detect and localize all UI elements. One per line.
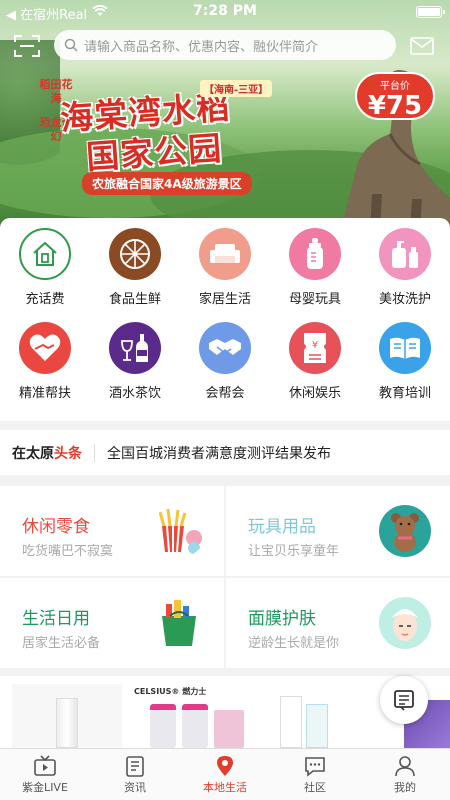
category-grid: 充话费 食品生鲜 家居生活 母婴玩具 美妆洗护 精准帮扶 酒水茶饮 会帮会 ¥ …: [0, 218, 450, 421]
handshake-icon: [199, 322, 251, 374]
serum-bottle-image: [56, 698, 78, 748]
fruit-slice-icon: [109, 228, 161, 280]
tab-label: 资讯: [124, 781, 146, 794]
promo-skincare[interactable]: 面膜护肤 逆龄生长就是你: [226, 578, 450, 668]
news-brand: 在太原头条: [12, 445, 82, 462]
tab-label: 社区: [304, 781, 326, 794]
promo-title: 生活日用: [22, 609, 90, 629]
tab-community[interactable]: 社区: [270, 749, 360, 800]
promo-subtitle: 逆龄生长就是你: [248, 636, 340, 651]
promo-subtitle: 吃货嘴巴不寂寞: [22, 544, 114, 559]
tab-label: 紫金LIVE: [22, 781, 68, 794]
category-food[interactable]: 食品生鲜: [90, 218, 180, 308]
teddy-bear-icon: [379, 505, 431, 557]
tab-label: 我的: [394, 781, 416, 794]
promo-title: 面膜护肤: [248, 609, 316, 629]
search-input[interactable]: 请输入商品名称、优惠内容、融伙伴简介: [54, 30, 396, 60]
category-recharge[interactable]: 充话费: [0, 218, 90, 308]
product-card[interactable]: [12, 684, 122, 748]
promo-title: 玩具用品: [248, 517, 316, 537]
tab-live[interactable]: 紫金LIVE: [0, 749, 90, 800]
product-card[interactable]: [270, 684, 370, 748]
clock: 7:28 PM: [193, 3, 257, 19]
message-envelope-icon[interactable]: [410, 37, 434, 55]
home-phone-icon: [19, 228, 71, 280]
category-home[interactable]: 家居生活: [180, 218, 270, 308]
bottom-tab-bar: 紫金LIVE 资讯 本地生活 社区 我的: [0, 748, 450, 800]
product-brand: CELSIUS® 燃力士: [134, 687, 207, 696]
lotion-box-image: [280, 696, 302, 748]
user-icon: [395, 756, 415, 777]
svg-text:¥: ¥: [312, 340, 318, 351]
floating-list-button[interactable]: [380, 676, 428, 724]
shopping-bag-icon: [162, 600, 196, 646]
baby-bottle-icon: [289, 228, 341, 280]
product-box-image: [214, 710, 244, 748]
category-assistance[interactable]: 精准帮扶: [0, 312, 90, 402]
category-leisure[interactable]: ¥ 休闲娱乐: [270, 312, 360, 402]
cosmetics-icon: [379, 228, 431, 280]
category-label: 教育培训: [378, 386, 431, 401]
promo-toys[interactable]: 玩具用品 让宝贝乐享童年: [226, 486, 450, 576]
category-beauty[interactable]: 美妆洗护: [360, 218, 450, 308]
banner-title-line2: 国家公园: [84, 128, 224, 177]
category-label: 会帮会: [205, 386, 245, 401]
ticket-icon: ¥: [289, 322, 341, 374]
search-icon: [64, 38, 78, 52]
category-baby[interactable]: 母婴玩具: [270, 218, 360, 308]
promo-daily[interactable]: 生活日用 居家生活必备: [0, 578, 224, 668]
snacks-icon: [158, 508, 202, 554]
banner-subtitle: 农旅融合国家4A级旅游景区: [82, 172, 252, 195]
tab-label: 本地生活: [203, 781, 247, 794]
location-pin-icon: [217, 756, 233, 776]
chat-bubble-icon: [305, 757, 325, 777]
sofa-icon: [199, 228, 251, 280]
banner-price-badge: 平台价 ¥75: [355, 72, 435, 120]
product-card[interactable]: CELSIUS® 燃力士: [130, 684, 250, 748]
news-headline: 全国百城消费者满意度测评结果发布: [107, 445, 331, 462]
category-label: 精准帮扶: [18, 386, 71, 401]
news-list-icon: [126, 756, 144, 777]
category-label: 食品生鲜: [108, 292, 161, 307]
tab-news[interactable]: 资讯: [90, 749, 180, 800]
promo-subtitle: 居家生活必备: [22, 636, 101, 651]
search-placeholder: 请输入商品名称、优惠内容、融伙伴简介: [84, 39, 319, 55]
battery-icon: [416, 6, 445, 18]
heart-hands-icon: [19, 322, 71, 374]
list-icon: [394, 690, 414, 711]
category-association[interactable]: 会帮会: [180, 312, 270, 402]
promo-title: 休闲零食: [22, 517, 90, 537]
divider: [94, 443, 95, 462]
category-label: 母婴玩具: [288, 292, 341, 307]
promo-subtitle: 让宝贝乐享童年: [248, 544, 340, 559]
category-drinks[interactable]: 酒水茶饮: [90, 312, 180, 402]
status-bar: ◀ 在宿州Real 7:28 PM: [0, 0, 450, 24]
category-label: 酒水茶饮: [108, 386, 161, 401]
face-mask-icon: [379, 597, 431, 649]
news-ticker[interactable]: 在太原头条 全国百城消费者满意度测评结果发布: [0, 430, 450, 475]
category-label: 充话费: [25, 292, 65, 307]
open-book-icon: [379, 322, 431, 374]
category-education[interactable]: 教育培训: [360, 312, 450, 402]
drink-can-image: [150, 704, 176, 748]
scan-icon[interactable]: [14, 34, 40, 58]
tab-local-life[interactable]: 本地生活: [180, 749, 270, 800]
banner-location-tag: 【海南-三亚】: [200, 80, 273, 97]
category-label: 休闲娱乐: [288, 386, 341, 401]
lotion-bottle-image: [306, 704, 328, 748]
drink-can-image: [182, 704, 208, 748]
tab-profile[interactable]: 我的: [360, 749, 450, 800]
promo-snacks[interactable]: 休闲零食 吃货嘴巴不寂寞: [0, 486, 224, 576]
category-label: 家居生活: [198, 292, 251, 307]
wine-bottle-icon: [109, 322, 161, 374]
live-tv-icon: [34, 755, 56, 776]
category-label: 美妆洗护: [378, 292, 431, 307]
